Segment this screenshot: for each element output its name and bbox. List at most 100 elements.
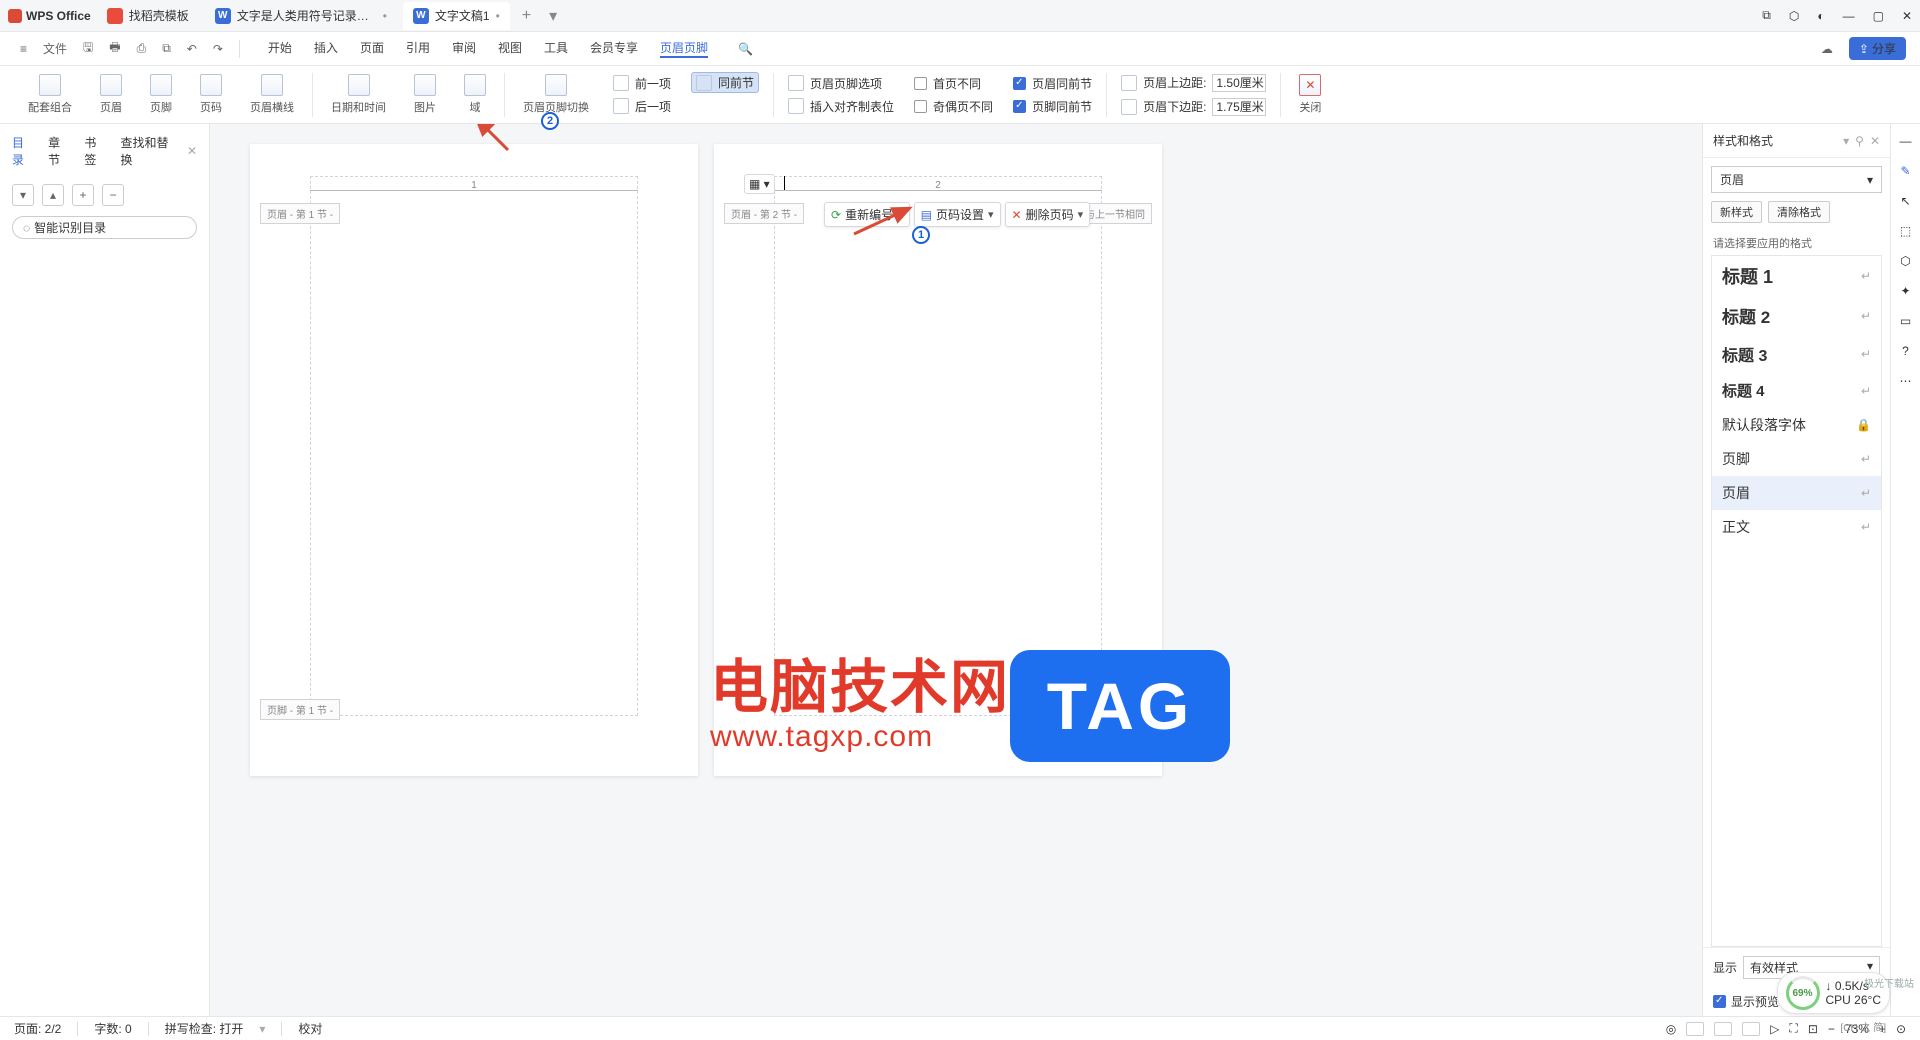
nav-up-button[interactable]: ▴ (42, 184, 64, 206)
tab-insert[interactable]: 插入 (314, 39, 338, 58)
preview-icon[interactable]: ⎙ (131, 41, 153, 56)
prev-item-button[interactable]: 前一项 (613, 75, 671, 92)
view-target-icon[interactable]: ◎ (1666, 1022, 1676, 1036)
undo-icon[interactable]: ↶ (181, 42, 203, 56)
footer-bottom-input[interactable]: 1.75厘米 (1212, 98, 1266, 116)
view-read-icon[interactable]: ▷ (1770, 1022, 1779, 1036)
window-close[interactable]: ✕ (1902, 9, 1912, 23)
redo-icon[interactable]: ↷ (207, 42, 229, 56)
pin-icon[interactable]: ⚲ (1855, 134, 1864, 148)
new-style-button[interactable]: 新样式 (1711, 201, 1762, 223)
view-page-button[interactable] (1686, 1022, 1704, 1036)
view-focus-icon[interactable]: ⛶ (1789, 1021, 1797, 1036)
reader-mode-icon[interactable]: ⧉ (1762, 8, 1771, 23)
view-outline-button[interactable] (1714, 1022, 1732, 1036)
tab-page[interactable]: 页面 (360, 39, 384, 58)
save-icon[interactable]: 🖫 (77, 38, 99, 59)
search-icon[interactable]: 🔍 (732, 42, 759, 56)
align-tab-button[interactable]: 插入对齐制表位 (788, 98, 894, 115)
tab-start[interactable]: 开始 (268, 39, 292, 58)
rail-cursor-icon[interactable]: ↖ (1900, 194, 1910, 208)
footer-button[interactable]: 页脚 (140, 74, 182, 115)
odd-even-different-checkbox[interactable]: 奇偶页不同 (914, 98, 993, 115)
status-spell[interactable]: 拼写检查: 打开 (165, 1020, 244, 1037)
window-maximize[interactable]: ▢ (1873, 9, 1884, 23)
nav-close-icon[interactable]: ✕ (187, 144, 197, 158)
style-body[interactable]: 正文↵ (1712, 510, 1881, 544)
show-preview-checkbox[interactable] (1713, 995, 1726, 1008)
style-header[interactable]: 页眉↵ (1712, 476, 1881, 510)
delete-page-number-button[interactable]: ✕删除页码 ▾ (1005, 202, 1091, 227)
tab-header-footer[interactable]: 页眉页脚 (660, 39, 708, 58)
picture-button[interactable]: 图片 (404, 74, 446, 115)
renumber-button[interactable]: ⟳重新编号 ▾ (824, 202, 910, 227)
cloud-icon[interactable]: ☁ (1815, 42, 1839, 56)
nav-collapse-button[interactable]: ▾ (12, 184, 34, 206)
tab-reference[interactable]: 引用 (406, 39, 430, 58)
tab-doc-2[interactable]: W文字文稿1• (403, 2, 510, 30)
copy-icon[interactable]: ⧉ (156, 41, 177, 56)
style-heading-2[interactable]: 标题 2↵ (1712, 296, 1881, 335)
document-canvas[interactable]: 1 页眉 - 第 1 节 - 页脚 - 第 1 节 - 2 页眉 - 第 2 节… (210, 124, 1702, 1016)
style-heading-3[interactable]: 标题 3↵ (1712, 335, 1881, 373)
style-list[interactable]: 标题 1↵ 标题 2↵ 标题 3↵ 标题 4↵ 默认段落字体🔒 页脚↵ 页眉↵ … (1711, 255, 1882, 947)
file-menu[interactable]: 文件 (37, 40, 73, 57)
tab-view[interactable]: 视图 (498, 39, 522, 58)
print-icon[interactable]: 🖶 (103, 38, 126, 59)
rail-more-icon[interactable]: ⋯ (1900, 374, 1912, 388)
rail-collapse-icon[interactable]: — (1900, 134, 1912, 148)
tab-doc-1[interactable]: W文字是人类用符号记录表达信息以• (205, 2, 397, 30)
rail-pen-icon[interactable]: ✎ (1900, 164, 1910, 178)
zoom-out-button[interactable]: − (1828, 1022, 1835, 1036)
smart-toc-button[interactable]: ◌ 智能识别目录 (12, 216, 197, 239)
rail-help-icon[interactable]: ? (1902, 344, 1909, 358)
page-number-button[interactable]: 页码 (190, 74, 232, 115)
style-footer[interactable]: 页脚↵ (1712, 442, 1881, 476)
nav-plus-button[interactable]: + (72, 184, 94, 206)
nav-tab-sections[interactable]: 章节 (48, 134, 68, 168)
zoom-slider-icon[interactable]: ⊙ (1896, 1022, 1906, 1036)
switch-header-footer-button[interactable]: 页眉页脚切换 (513, 74, 599, 115)
tab-templates[interactable]: 找稻壳模板 (97, 2, 199, 30)
header-footer-options-button[interactable]: 页眉页脚选项 (788, 75, 894, 92)
window-minimize[interactable]: — (1843, 9, 1855, 23)
status-proof[interactable]: 校对 (298, 1020, 322, 1037)
rail-shape-icon[interactable]: ⬡ (1900, 254, 1910, 268)
styles-close-icon[interactable]: ✕ (1870, 134, 1880, 148)
view-web-button[interactable] (1742, 1022, 1760, 1036)
next-item-button[interactable]: 后一项 (613, 98, 671, 115)
tab-review[interactable]: 审阅 (452, 39, 476, 58)
tab-menu-button[interactable]: ▾ (543, 6, 563, 26)
share-button[interactable]: ⇪ 分享 (1849, 37, 1906, 60)
status-words[interactable]: 字数: 0 (94, 1020, 131, 1037)
zoom-fit-icon[interactable]: ⊡ (1808, 1022, 1818, 1036)
user-avatar[interactable]: ◐ (1817, 9, 1824, 23)
style-default-font[interactable]: 默认段落字体🔒 (1712, 408, 1881, 442)
nav-tab-bookmarks[interactable]: 书签 (84, 134, 104, 168)
nav-minus-button[interactable]: − (102, 184, 124, 206)
style-heading-1[interactable]: 标题 1↵ (1712, 256, 1881, 296)
date-time-button[interactable]: 日期和时间 (321, 74, 396, 115)
header-same-checkbox[interactable]: 页眉同前节 (1013, 75, 1092, 92)
cube-icon[interactable]: ⬡ (1789, 9, 1799, 23)
current-style-select[interactable]: 页眉▾ (1711, 166, 1882, 193)
tab-member[interactable]: 会员专享 (590, 39, 638, 58)
close-header-footer-button[interactable]: ✕关闭 (1289, 74, 1331, 115)
combo-set-button[interactable]: 配套组合 (18, 74, 82, 115)
rail-select-icon[interactable]: ⬚ (1900, 224, 1911, 238)
nav-tab-toc[interactable]: 目录 (12, 134, 32, 168)
header-line-button[interactable]: 页眉横线 (240, 74, 304, 115)
nav-tab-find[interactable]: 查找和替换 (121, 134, 171, 168)
clear-format-button[interactable]: 清除格式 (1768, 201, 1830, 223)
header-button[interactable]: 页眉 (90, 74, 132, 115)
page-setup-button[interactable]: ▤页码设置 ▾ (914, 202, 1001, 227)
rail-tools-icon[interactable]: ✦ (1900, 284, 1910, 298)
footer-same-checkbox[interactable]: 页脚同前节 (1013, 98, 1092, 115)
tab-tools[interactable]: 工具 (544, 39, 568, 58)
first-page-different-checkbox[interactable]: 首页不同 (914, 75, 993, 92)
status-page[interactable]: 页面: 2/2 (14, 1020, 61, 1037)
hamburger-icon[interactable]: ≡ (14, 42, 33, 56)
same-as-previous-button[interactable]: 同前节 (691, 72, 759, 93)
rail-book-icon[interactable]: ▭ (1900, 314, 1911, 328)
field-button[interactable]: 域 (454, 74, 496, 115)
